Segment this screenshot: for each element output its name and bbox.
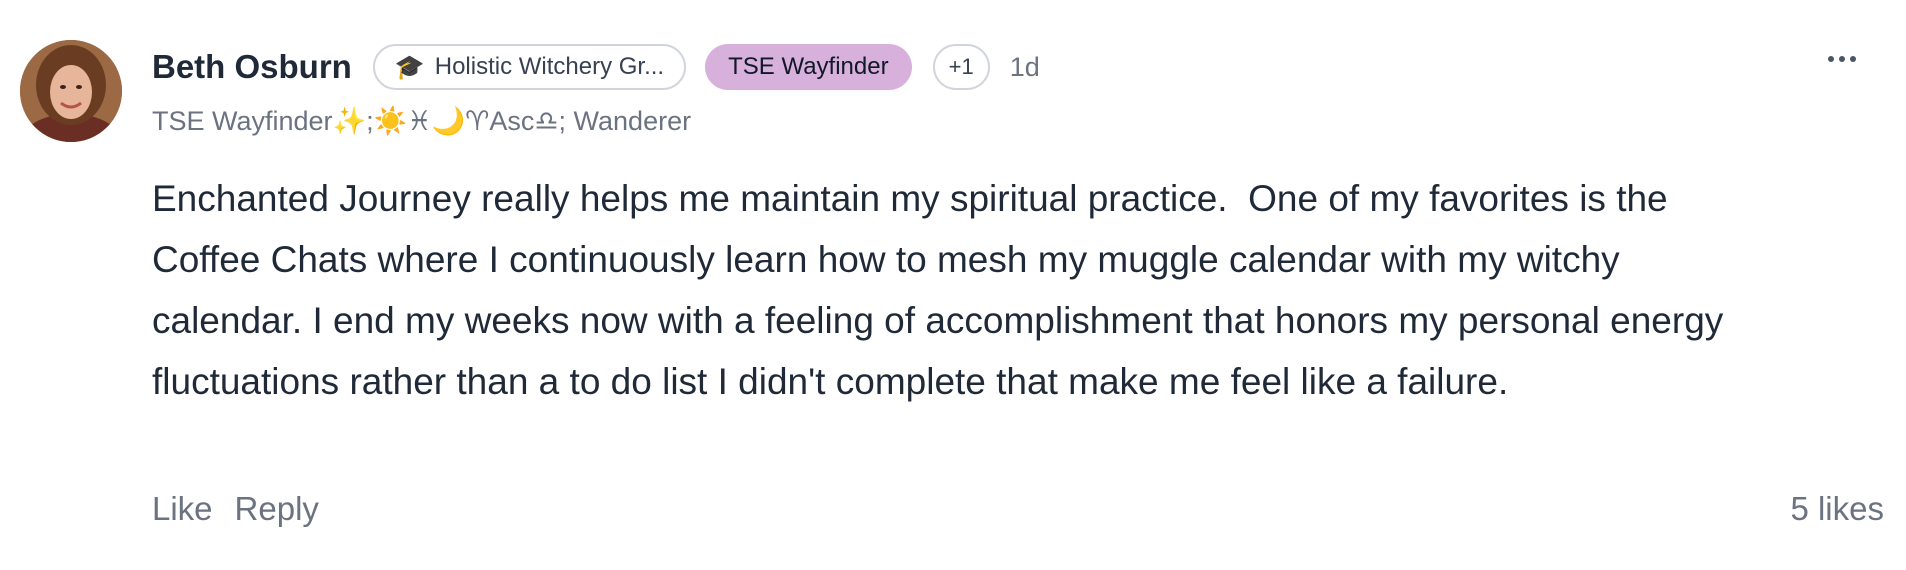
graduation-cap-icon: 🎓 (394, 53, 425, 81)
role-badge[interactable]: TSE Wayfinder (705, 44, 912, 90)
group-badge-label: Holistic Witchery Gr... (434, 53, 665, 80)
more-options-icon[interactable] (1822, 50, 1862, 68)
more-badges-button[interactable]: +1 (932, 44, 990, 90)
like-button[interactable]: Like (152, 490, 213, 528)
dot (1839, 56, 1845, 62)
reply-button[interactable]: Reply (235, 490, 319, 528)
author-name[interactable]: Beth Osburn (152, 48, 352, 86)
avatar-image (20, 40, 122, 142)
likes-count[interactable]: 5 likes (1790, 490, 1884, 528)
dot (1850, 56, 1856, 62)
group-badge[interactable]: 🎓 Holistic Witchery Gr... (372, 44, 687, 90)
comment-header: Beth Osburn 🎓 Holistic Witchery Gr... TS… (152, 42, 1040, 92)
role-badge-label: TSE Wayfinder (728, 53, 889, 80)
author-subtitle: TSE Wayfinder✨;☀️♓🌙♈Asc♎; Wanderer (152, 106, 692, 136)
more-badges-label: +1 (948, 54, 974, 79)
comment-body: Enchanted Journey really helps me mainta… (152, 178, 1734, 402)
comment-actions: Like Reply (152, 490, 319, 528)
avatar[interactable] (20, 40, 122, 142)
comment-card: Beth Osburn 🎓 Holistic Witchery Gr... TS… (0, 0, 1906, 570)
timestamp[interactable]: 1d (1010, 52, 1040, 83)
dot (1828, 56, 1834, 62)
